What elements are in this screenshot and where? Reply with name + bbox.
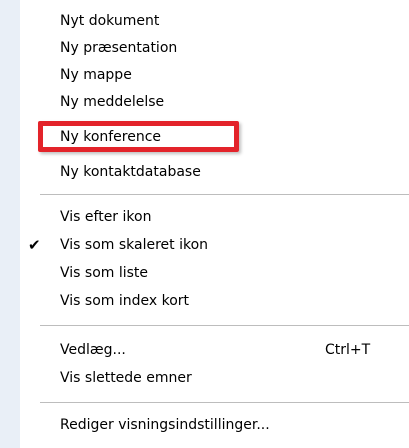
menu-item-label: Nyt dokument	[60, 13, 160, 29]
menu-item-ny-meddelelse[interactable]: Ny meddelelse	[20, 90, 409, 114]
menu-item-label: Ny præsentation	[60, 40, 178, 56]
highlight-annotation	[38, 121, 239, 152]
menu-separator	[40, 402, 409, 403]
menu-item-label: Rediger visningsindstillinger...	[60, 417, 270, 433]
menu-item-ny-mappe[interactable]: Ny mappe	[20, 63, 409, 87]
menu-item-label: Vis som index kort	[60, 293, 190, 309]
menu-item-vis-som-index-kort[interactable]: Vis som index kort	[20, 289, 409, 313]
context-menu: Nyt dokument Ny præsentation Ny mappe Ny…	[0, 0, 409, 448]
menu-item-label: Vis som skaleret ikon	[60, 237, 209, 253]
menu-item-label: Vedlæg...	[60, 342, 126, 358]
menu-separator	[40, 325, 409, 326]
menu-item-label: Ny kontaktdatabase	[60, 164, 201, 180]
menu-item-vedlaeg[interactable]: Vedlæg... Ctrl+T	[20, 338, 409, 362]
menu-item-vis-efter-ikon[interactable]: Vis efter ikon	[20, 205, 409, 229]
menu-separator	[40, 194, 409, 195]
menu-item-nyt-dokument[interactable]: Nyt dokument	[20, 9, 409, 33]
menu-item-label: Ny mappe	[60, 67, 132, 83]
check-icon: ✔	[28, 236, 41, 254]
menu-item-shortcut: Ctrl+T	[325, 342, 371, 358]
menu-item-vis-slettede-emner[interactable]: Vis slettede emner	[20, 366, 409, 390]
menu-item-label: Vis slettede emner	[60, 370, 192, 386]
menu-item-vis-som-liste[interactable]: Vis som liste	[20, 261, 409, 285]
menu-item-label: Vis som liste	[60, 265, 149, 281]
menu-item-rediger-visningsindstillinger[interactable]: Rediger visningsindstillinger...	[20, 413, 409, 437]
menu-item-ny-kontaktdatabase[interactable]: Ny kontaktdatabase	[20, 160, 409, 184]
menu-item-label: Vis efter ikon	[60, 209, 152, 225]
menu-gutter	[0, 0, 20, 448]
menu-item-ny-praesentation[interactable]: Ny præsentation	[20, 36, 409, 60]
menu-item-vis-som-skaleret-ikon[interactable]: ✔ Vis som skaleret ikon	[20, 233, 409, 257]
menu-item-label: Ny meddelelse	[60, 94, 165, 110]
